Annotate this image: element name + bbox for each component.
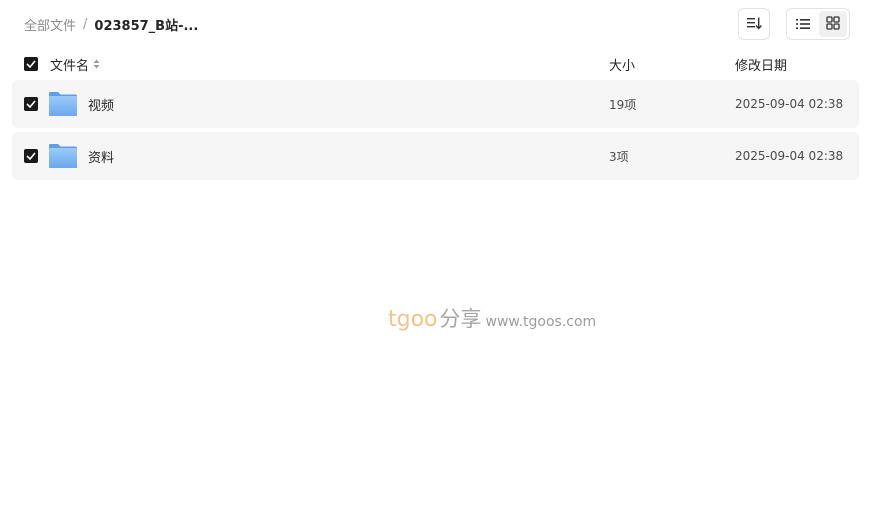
breadcrumb: 全部文件 / 023857_B站-...	[24, 14, 198, 34]
grid-view-icon	[826, 15, 840, 34]
sort-button[interactable]	[738, 8, 770, 40]
list-item[interactable]: 视频 19项 2025-09-04 02:38	[12, 80, 859, 128]
row-checkbox[interactable]	[24, 97, 38, 111]
column-size-header[interactable]: 大小	[609, 55, 735, 74]
grid-view-button[interactable]	[819, 11, 847, 37]
list-item[interactable]: 资料 3项 2025-09-04 02:38	[12, 132, 859, 180]
watermark-url: www.tgoos.com	[485, 314, 597, 330]
file-list-header: 文件名 大小 修改日期	[12, 50, 859, 78]
breadcrumb-root[interactable]: 全部文件	[24, 15, 76, 34]
file-list: 视频 19项 2025-09-04 02:38 资料 3项 2025-09-04…	[12, 80, 859, 184]
item-name: 视频	[88, 98, 115, 114]
view-switch	[786, 8, 850, 40]
watermark: tgoo 分享 www.tgoos.com	[388, 303, 596, 333]
toolbar	[738, 8, 850, 40]
watermark-brand: tgoo	[388, 307, 438, 332]
breadcrumb-current: 023857_B站-...	[94, 18, 199, 34]
row-checkbox[interactable]	[24, 149, 38, 163]
column-name-header[interactable]: 文件名	[50, 55, 609, 74]
breadcrumb-separator: /	[83, 16, 88, 32]
item-date: 2025-09-04 02:38	[735, 149, 844, 163]
folder-icon	[48, 143, 78, 169]
item-size: 3项	[609, 149, 629, 164]
check-icon	[26, 100, 36, 108]
sort-toggle-icon[interactable]	[93, 58, 100, 70]
list-view-button[interactable]	[789, 11, 817, 37]
list-view-icon	[796, 15, 810, 34]
column-name-label: 文件名	[50, 58, 90, 74]
item-date: 2025-09-04 02:38	[735, 97, 844, 111]
check-icon	[26, 60, 36, 68]
folder-icon	[48, 91, 78, 117]
sort-order-icon	[746, 15, 762, 34]
check-icon	[26, 152, 36, 160]
item-name: 资料	[88, 150, 115, 166]
select-all-checkbox[interactable]	[24, 57, 38, 71]
watermark-cn: 分享	[439, 307, 482, 331]
item-size: 19项	[609, 97, 637, 112]
column-date-header[interactable]: 修改日期	[735, 55, 859, 74]
